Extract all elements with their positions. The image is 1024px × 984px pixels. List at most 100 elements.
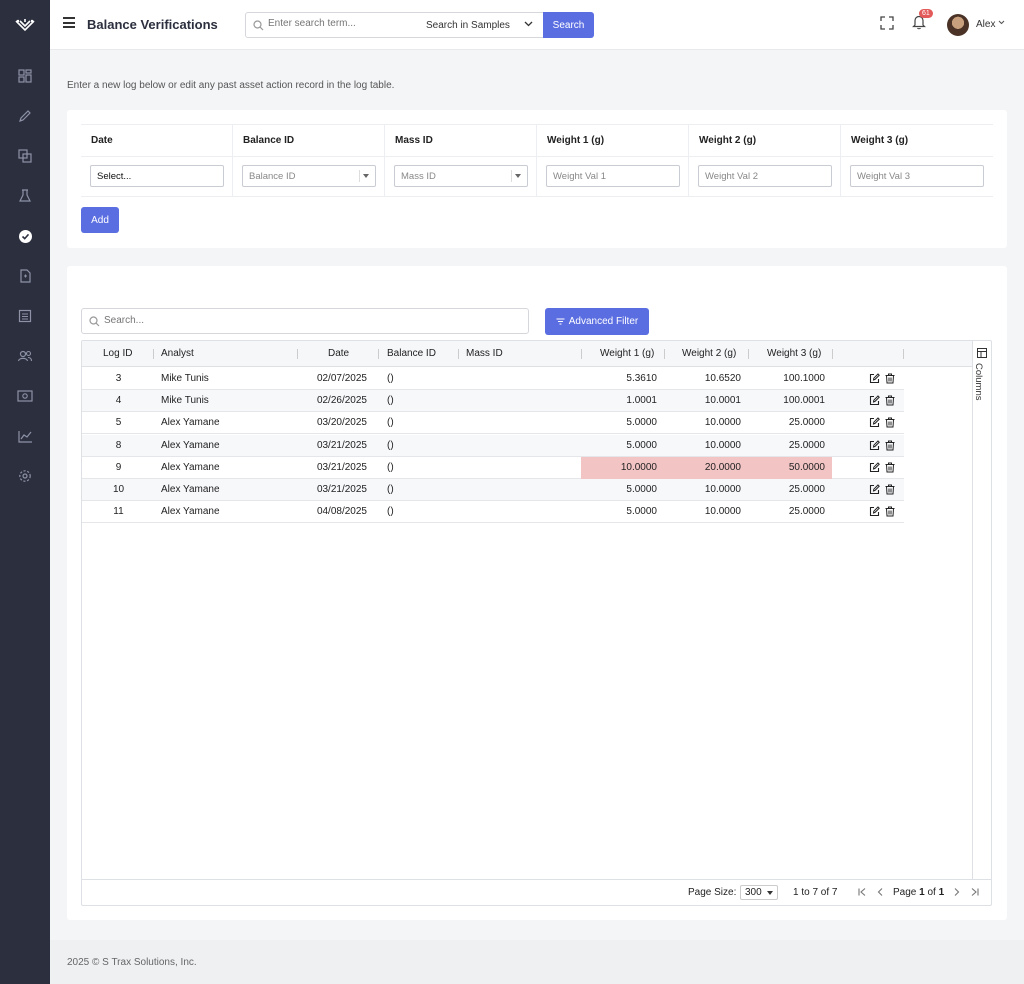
list-icon [18, 309, 32, 323]
cell-mass-id [466, 390, 566, 412]
sidebar-item-dashboard[interactable] [0, 61, 50, 91]
money-icon [17, 390, 33, 402]
grid-search-input[interactable] [104, 315, 504, 326]
table-row[interactable]: 8 Alex Yamane 03/21/2025 () 5.0000 10.0000 25.… [82, 434, 904, 457]
cell-weight-1: 5.0000 [626, 439, 657, 451]
edit-icon[interactable] [869, 373, 880, 384]
sidebar-item-documents[interactable] [0, 261, 50, 291]
cell-mass-id [466, 457, 566, 479]
edit-icon[interactable] [869, 506, 880, 517]
cell-weight-2: 20.0000 [664, 456, 748, 479]
previous-page-icon[interactable] [877, 888, 883, 896]
trash-icon[interactable] [885, 395, 895, 406]
edit-icon[interactable] [869, 395, 880, 406]
trash-icon[interactable] [885, 440, 895, 451]
weight-1-input[interactable]: Weight Val 1 [546, 165, 680, 187]
cell-weight-1: 5.3610 [626, 373, 657, 384]
sidebar-item-lab[interactable] [0, 181, 50, 211]
search-button[interactable]: Search [543, 12, 594, 38]
table-row[interactable]: 10 Alex Yamane 03/21/2025 () 5.0000 10.0000 25… [82, 479, 904, 501]
chevron-down-icon[interactable] [998, 20, 1005, 25]
weight-3-input[interactable]: Weight Val 3 [850, 165, 984, 187]
chevron-down-icon [524, 21, 533, 27]
dashboard-icon [18, 69, 32, 83]
trash-icon[interactable] [885, 373, 895, 384]
sidebar-item-finance[interactable] [0, 381, 50, 411]
col-header-weight-3[interactable]: Weight 3 (g) [767, 348, 821, 359]
trash-icon[interactable] [885, 462, 895, 473]
date-picker-field[interactable]: Select... [90, 165, 224, 187]
add-button[interactable]: Add [81, 207, 119, 233]
menu-toggle-icon[interactable] [63, 17, 75, 31]
edit-icon[interactable] [869, 439, 880, 451]
cell-weight-2: 10.0001 [704, 395, 741, 407]
search-icon [253, 20, 264, 31]
users-icon [17, 350, 33, 362]
table-row[interactable]: 3 Mike Tunis 02/07/2025 () 5.3610 10.6520 100.… [82, 368, 904, 390]
cell-date: 02/07/2025 [316, 373, 367, 384]
page-label: Page [893, 887, 917, 898]
col-header-date[interactable]: Date [328, 348, 349, 359]
mass-id-select[interactable]: Mass ID [394, 165, 528, 187]
edit-icon[interactable] [869, 462, 880, 473]
table-row[interactable]: 5 Alex Yamane 03/20/2025 () 5.0000 10.0000 25.… [82, 412, 904, 435]
page-indicator: Page 1 of 1 [893, 887, 944, 898]
search-scope-select[interactable]: Search in Samples [416, 12, 544, 38]
cell-date: 03/21/2025 [316, 484, 367, 495]
col-header-weight-2[interactable]: Weight 2 (g) [682, 348, 736, 359]
cell-weight-2: 10.0000 [704, 506, 741, 518]
col-header-mass-id[interactable]: Mass ID [466, 348, 503, 359]
columns-side-panel[interactable]: Columns [972, 341, 991, 879]
columns-panel-label: Columns [973, 363, 984, 401]
trash-icon[interactable] [885, 506, 895, 517]
cell-analyst: Mike Tunis [161, 373, 209, 384]
logo-icon[interactable] [0, 12, 50, 38]
cell-date: 03/21/2025 [316, 439, 367, 451]
page-size-select[interactable]: 300 [740, 885, 778, 900]
col-header-balance-id[interactable]: Balance ID [387, 348, 436, 359]
first-page-icon[interactable] [858, 888, 866, 896]
page-size-label: Page Size: [688, 887, 737, 898]
page-title: Balance Verifications [87, 17, 218, 32]
sidebar-item-settings[interactable] [0, 461, 50, 491]
avatar[interactable] [947, 14, 969, 36]
intro-text: Enter a new log below or edit any past a… [67, 80, 395, 91]
page-footer: 2025 © S Trax Solutions, Inc. [50, 940, 1024, 984]
trash-icon[interactable] [885, 417, 895, 428]
sidebar-item-copy[interactable] [0, 141, 50, 171]
col-header-log-id[interactable]: Log ID [103, 348, 132, 359]
table-row[interactable]: 4 Mike Tunis 02/26/2025 () 1.0001 10.0001 100.… [82, 390, 904, 413]
weight-2-input[interactable]: Weight Val 2 [698, 165, 832, 187]
sidebar-item-reports[interactable] [0, 421, 50, 451]
sidebar-item-edit[interactable] [0, 101, 50, 131]
table-row[interactable]: 11 Alex Yamane 04/08/2025 () 5.0000 10.0000 25… [82, 501, 904, 524]
balance-id-select[interactable]: Balance ID [242, 165, 376, 187]
cell-balance-id: () [387, 439, 394, 451]
col-header-analyst[interactable]: Analyst [161, 348, 194, 359]
cell-weight-1: 5.0000 [626, 484, 657, 495]
user-name[interactable]: Alex [976, 19, 995, 30]
grid-search [81, 308, 529, 334]
global-search-input[interactable] [268, 18, 408, 29]
mass-id-placeholder: Mass ID [401, 170, 436, 182]
advanced-filter-button[interactable]: Advanced Filter [545, 308, 649, 335]
col-header-weight-1[interactable]: Weight 1 (g) [600, 348, 654, 359]
search-icon [89, 316, 100, 327]
table-row[interactable]: 9 Alex Yamane 03/21/2025 () 10.0000 20.0000 50… [82, 456, 904, 479]
edit-icon[interactable] [869, 417, 880, 428]
sidebar-item-logs[interactable] [0, 301, 50, 331]
cell-balance-id: () [387, 461, 394, 473]
entry-table: Date Balance ID Mass ID Weight 1 (g) Wei… [81, 124, 993, 197]
trash-icon[interactable] [885, 484, 895, 495]
total-pages: 1 [938, 887, 945, 898]
next-page-icon[interactable] [954, 888, 960, 896]
fullscreen-icon[interactable] [880, 16, 894, 30]
sidebar-item-verifications[interactable] [0, 221, 50, 251]
log-table-card: Advanced Filter Log ID Analyst Date Bala… [67, 266, 1007, 920]
cell-weight-3: 25.0000 [788, 439, 825, 451]
edit-icon[interactable] [869, 484, 880, 495]
last-page-icon[interactable] [971, 888, 979, 896]
sidebar-item-users[interactable] [0, 341, 50, 371]
notification-badge: 61 [919, 9, 933, 18]
cell-balance-id: () [387, 395, 394, 407]
